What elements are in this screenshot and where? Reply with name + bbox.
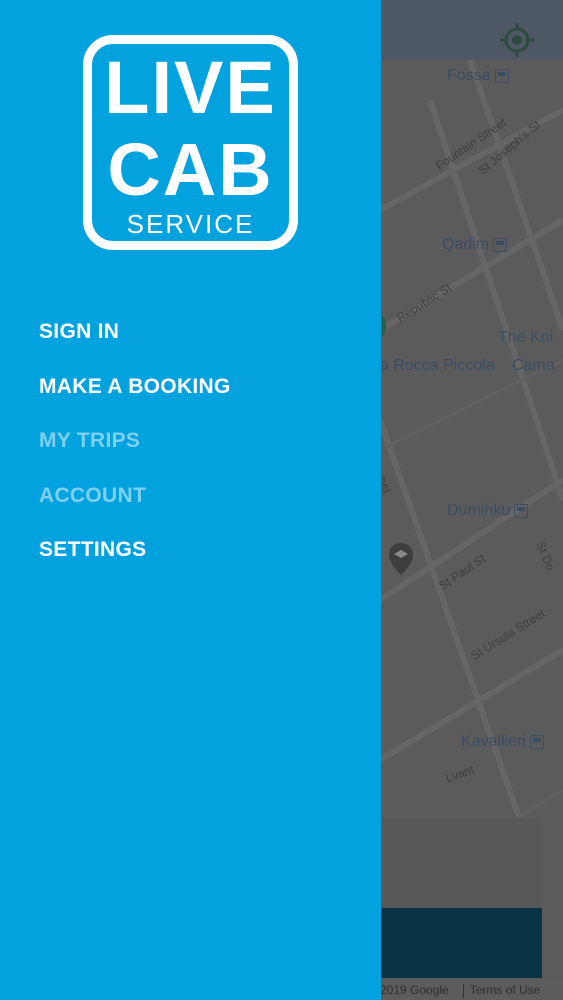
drawer-menu: SIGN IN MAKE A BOOKING MY TRIPS ACCOUNT …	[39, 314, 231, 587]
map-place-rocca: a Rocca Piccola	[380, 357, 495, 374]
bottom-card	[380, 818, 542, 908]
navigation-drawer: LIVE CAB SERVICE SIGN IN MAKE A BOOKING …	[0, 0, 381, 1000]
terms-link[interactable]: Terms of Use	[470, 983, 541, 997]
logo-line-cab: CAB	[107, 128, 274, 211]
logo-line-live: LIVE	[104, 46, 277, 129]
map-attribution: 2019 Google Terms of Use	[380, 980, 563, 1000]
map-place-fossa: Fossa	[447, 67, 509, 85]
menu-item-my-trips: MY TRIPS	[39, 429, 141, 452]
map-place-duminku: Duminku	[447, 502, 529, 520]
bottom-action-bar[interactable]	[380, 908, 542, 978]
menu-item-settings[interactable]: SETTINGS	[39, 532, 231, 587]
bus-stop-icon	[529, 734, 544, 749]
map-place-qadim: Qadim	[442, 236, 508, 254]
copyright-text: 2019 Google	[380, 983, 449, 997]
map-place-knights: The Kni	[498, 329, 554, 346]
bus-stop-icon	[514, 503, 529, 518]
bus-stop-icon	[494, 68, 509, 83]
live-cab-logo: LIVE CAB SERVICE	[83, 35, 298, 250]
map-place-kavallieri: Kavallieri	[461, 733, 544, 751]
logo-line-service: SERVICE	[126, 209, 255, 239]
map-place-cama: Cama	[512, 357, 555, 374]
menu-item-make-a-booking[interactable]: MAKE A BOOKING	[39, 369, 231, 424]
my-location-icon[interactable]	[497, 20, 537, 60]
bus-stop-icon	[493, 237, 508, 252]
menu-item-sign-in[interactable]: SIGN IN	[39, 314, 231, 369]
menu-item-account: ACCOUNT	[39, 483, 147, 507]
